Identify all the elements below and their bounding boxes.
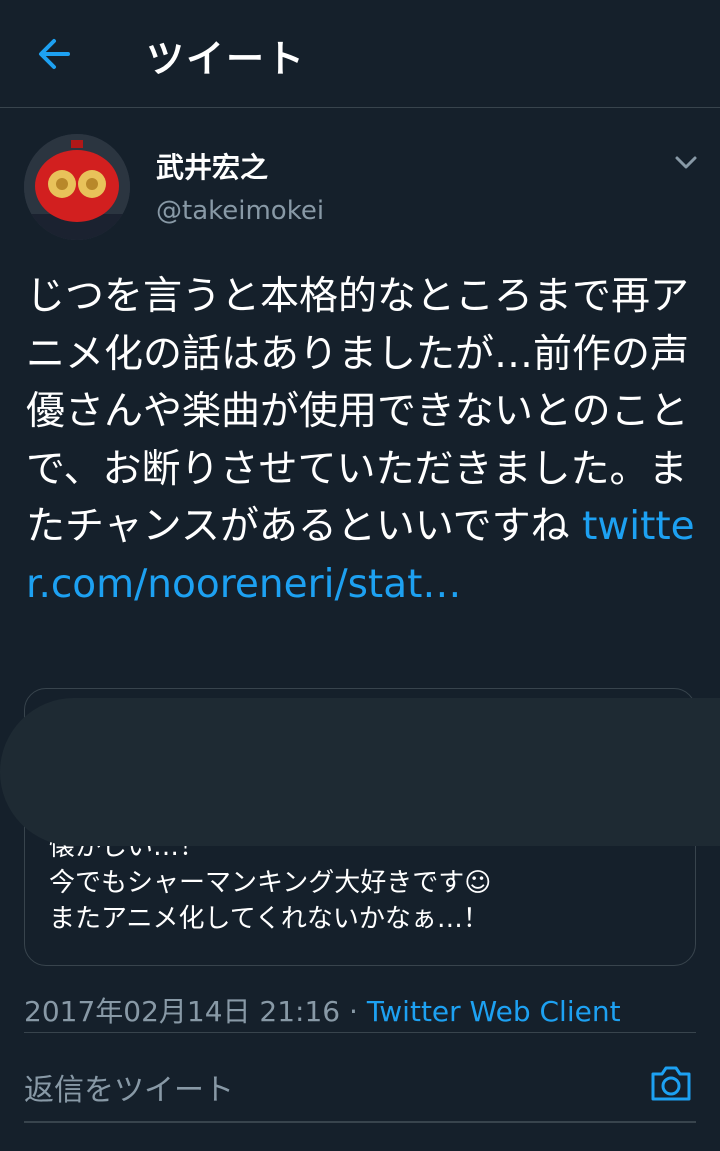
- tweet-text: じつを言うと本格的なところまで再アニメ化の話はありましたが…前作の声優さんや楽曲…: [26, 268, 696, 613]
- reply-underline: [24, 1121, 696, 1123]
- camera-icon: [651, 1066, 691, 1101]
- tweet-meta: 2017年02月14日 21:16 · Twitter Web Client: [24, 990, 621, 1030]
- tweet-timestamp[interactable]: 2017年02月14日 21:16: [24, 995, 340, 1028]
- back-arrow-icon: [39, 39, 70, 69]
- chevron-down-icon: [675, 156, 697, 169]
- more-options-button[interactable]: [672, 150, 700, 174]
- meta-separator: ·: [340, 995, 367, 1028]
- divider: [24, 1032, 696, 1033]
- header: ツイート: [0, 0, 720, 108]
- tweet-client[interactable]: Twitter Web Client: [367, 995, 621, 1028]
- camera-button[interactable]: [648, 1061, 694, 1105]
- avatar[interactable]: [24, 134, 130, 240]
- page-title: ツイート: [146, 37, 307, 81]
- redaction-overlay: [0, 698, 720, 846]
- author-handle[interactable]: @takeimokei: [156, 196, 324, 226]
- reply-input[interactable]: 返信をツイート: [24, 1065, 234, 1109]
- back-button[interactable]: [34, 34, 78, 74]
- author-name[interactable]: 武井宏之: [156, 146, 268, 186]
